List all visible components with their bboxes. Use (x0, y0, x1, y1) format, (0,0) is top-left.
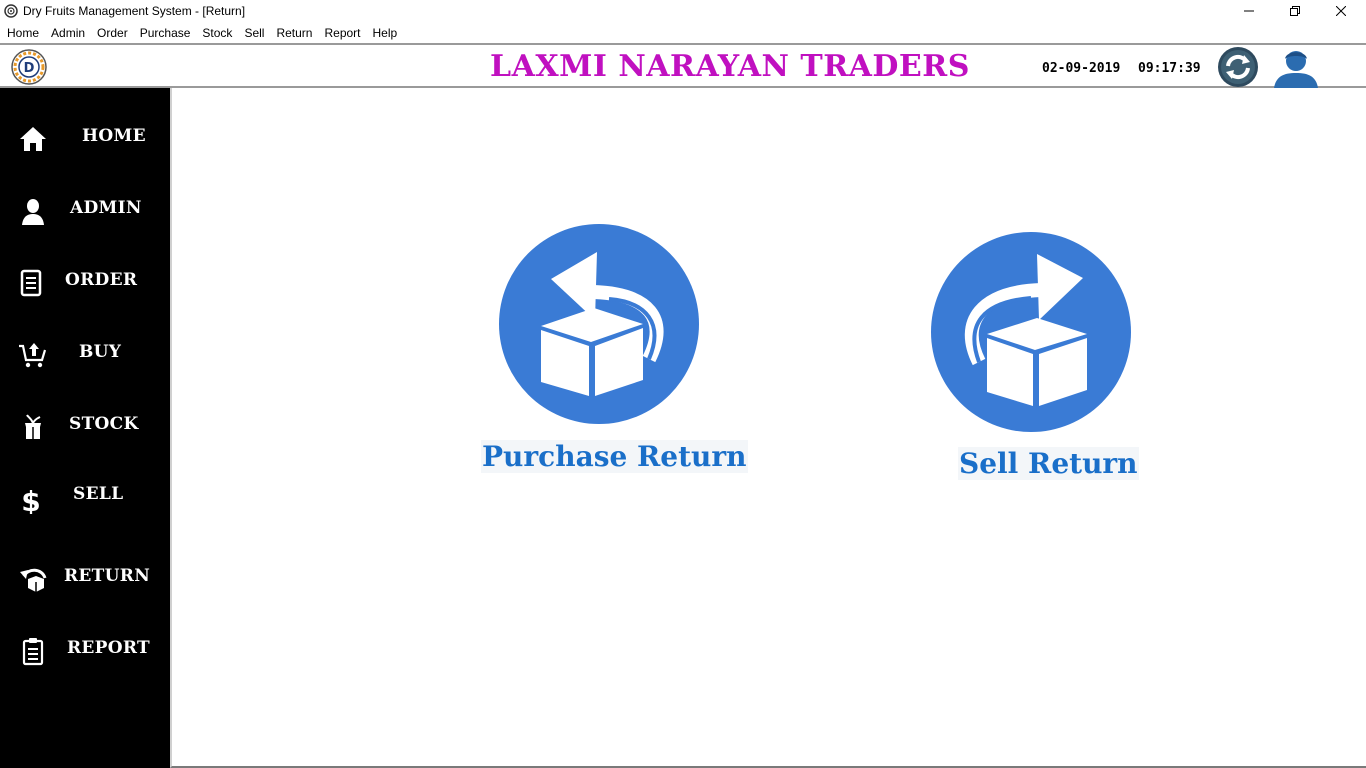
menu-stock[interactable]: Stock (196, 23, 238, 43)
company-name: LAXMI NARAYAN TRADERS (490, 49, 970, 84)
report-icon (22, 638, 44, 666)
menu-sell[interactable]: Sell (238, 23, 270, 43)
sidebar-label-home: HOME (82, 126, 146, 146)
dollar-icon: $ (21, 485, 40, 514)
app-icon (4, 4, 18, 18)
sidebar-nav: HOME ADMIN ORDER BUY STOCK $ SELL RETURN… (0, 88, 170, 768)
menu-help[interactable]: Help (367, 23, 404, 43)
close-icon (1336, 6, 1346, 16)
sidebar-label-admin: ADMIN (70, 198, 142, 218)
sidebar-item-report[interactable]: REPORT (0, 626, 170, 670)
sidebar-label-order: ORDER (65, 270, 138, 290)
sidebar-label-report: REPORT (67, 638, 150, 658)
stock-icon (25, 414, 41, 439)
title-bar: Dry Fruits Management System - [Return] (0, 0, 1366, 22)
current-date: 02-09-2019 (1042, 61, 1121, 76)
restore-button[interactable] (1272, 0, 1318, 22)
restore-icon (1290, 6, 1300, 16)
sidebar-item-buy[interactable]: BUY (0, 330, 170, 374)
main-content: Purchase Return Sell Return (170, 88, 1366, 768)
home-icon (20, 127, 46, 151)
menu-admin[interactable]: Admin (45, 23, 91, 43)
sell-return-label[interactable]: Sell Return (958, 447, 1139, 480)
sidebar-item-sell[interactable]: $ SELL (0, 474, 170, 518)
sidebar-item-admin[interactable]: ADMIN (0, 186, 170, 230)
sidebar-item-return[interactable]: RETURN (0, 554, 170, 598)
user-profile-icon[interactable] (1272, 46, 1320, 88)
cart-icon (19, 343, 47, 368)
menu-report[interactable]: Report (318, 23, 366, 43)
menu-home[interactable]: Home (1, 23, 45, 43)
window-title: Dry Fruits Management System - [Return] (23, 4, 246, 18)
sidebar-item-stock[interactable]: STOCK (0, 402, 170, 446)
sidebar-item-order[interactable]: ORDER (0, 258, 170, 302)
app-header: D LAXMI NARAYAN TRADERS 02-09-2019 09:17… (0, 43, 1366, 88)
sell-return-icon[interactable] (931, 232, 1131, 432)
sidebar-label-return: RETURN (64, 566, 151, 586)
admin-icon (22, 199, 44, 225)
menu-order[interactable]: Order (91, 23, 134, 43)
minimize-icon (1244, 10, 1254, 12)
refresh-icon[interactable] (1217, 46, 1259, 88)
purchase-return-icon[interactable] (499, 224, 699, 424)
svg-text:$: $ (21, 485, 40, 514)
sidebar-label-sell: SELL (73, 484, 124, 504)
sidebar-label-buy: BUY (79, 342, 122, 362)
company-logo: D (11, 49, 47, 85)
sidebar-item-home[interactable]: HOME (0, 114, 170, 158)
sidebar-label-stock: STOCK (69, 414, 139, 434)
logo-letter: D (24, 61, 35, 76)
current-time: 09:17:39 (1138, 61, 1201, 76)
order-icon (20, 269, 42, 297)
purchase-return-label[interactable]: Purchase Return (481, 440, 748, 473)
return-icon (20, 568, 47, 592)
minimize-button[interactable] (1226, 0, 1272, 22)
menu-bar: Home Admin Order Purchase Stock Sell Ret… (0, 22, 1366, 43)
close-button[interactable] (1318, 0, 1364, 22)
menu-purchase[interactable]: Purchase (134, 23, 197, 43)
menu-return[interactable]: Return (270, 23, 318, 43)
